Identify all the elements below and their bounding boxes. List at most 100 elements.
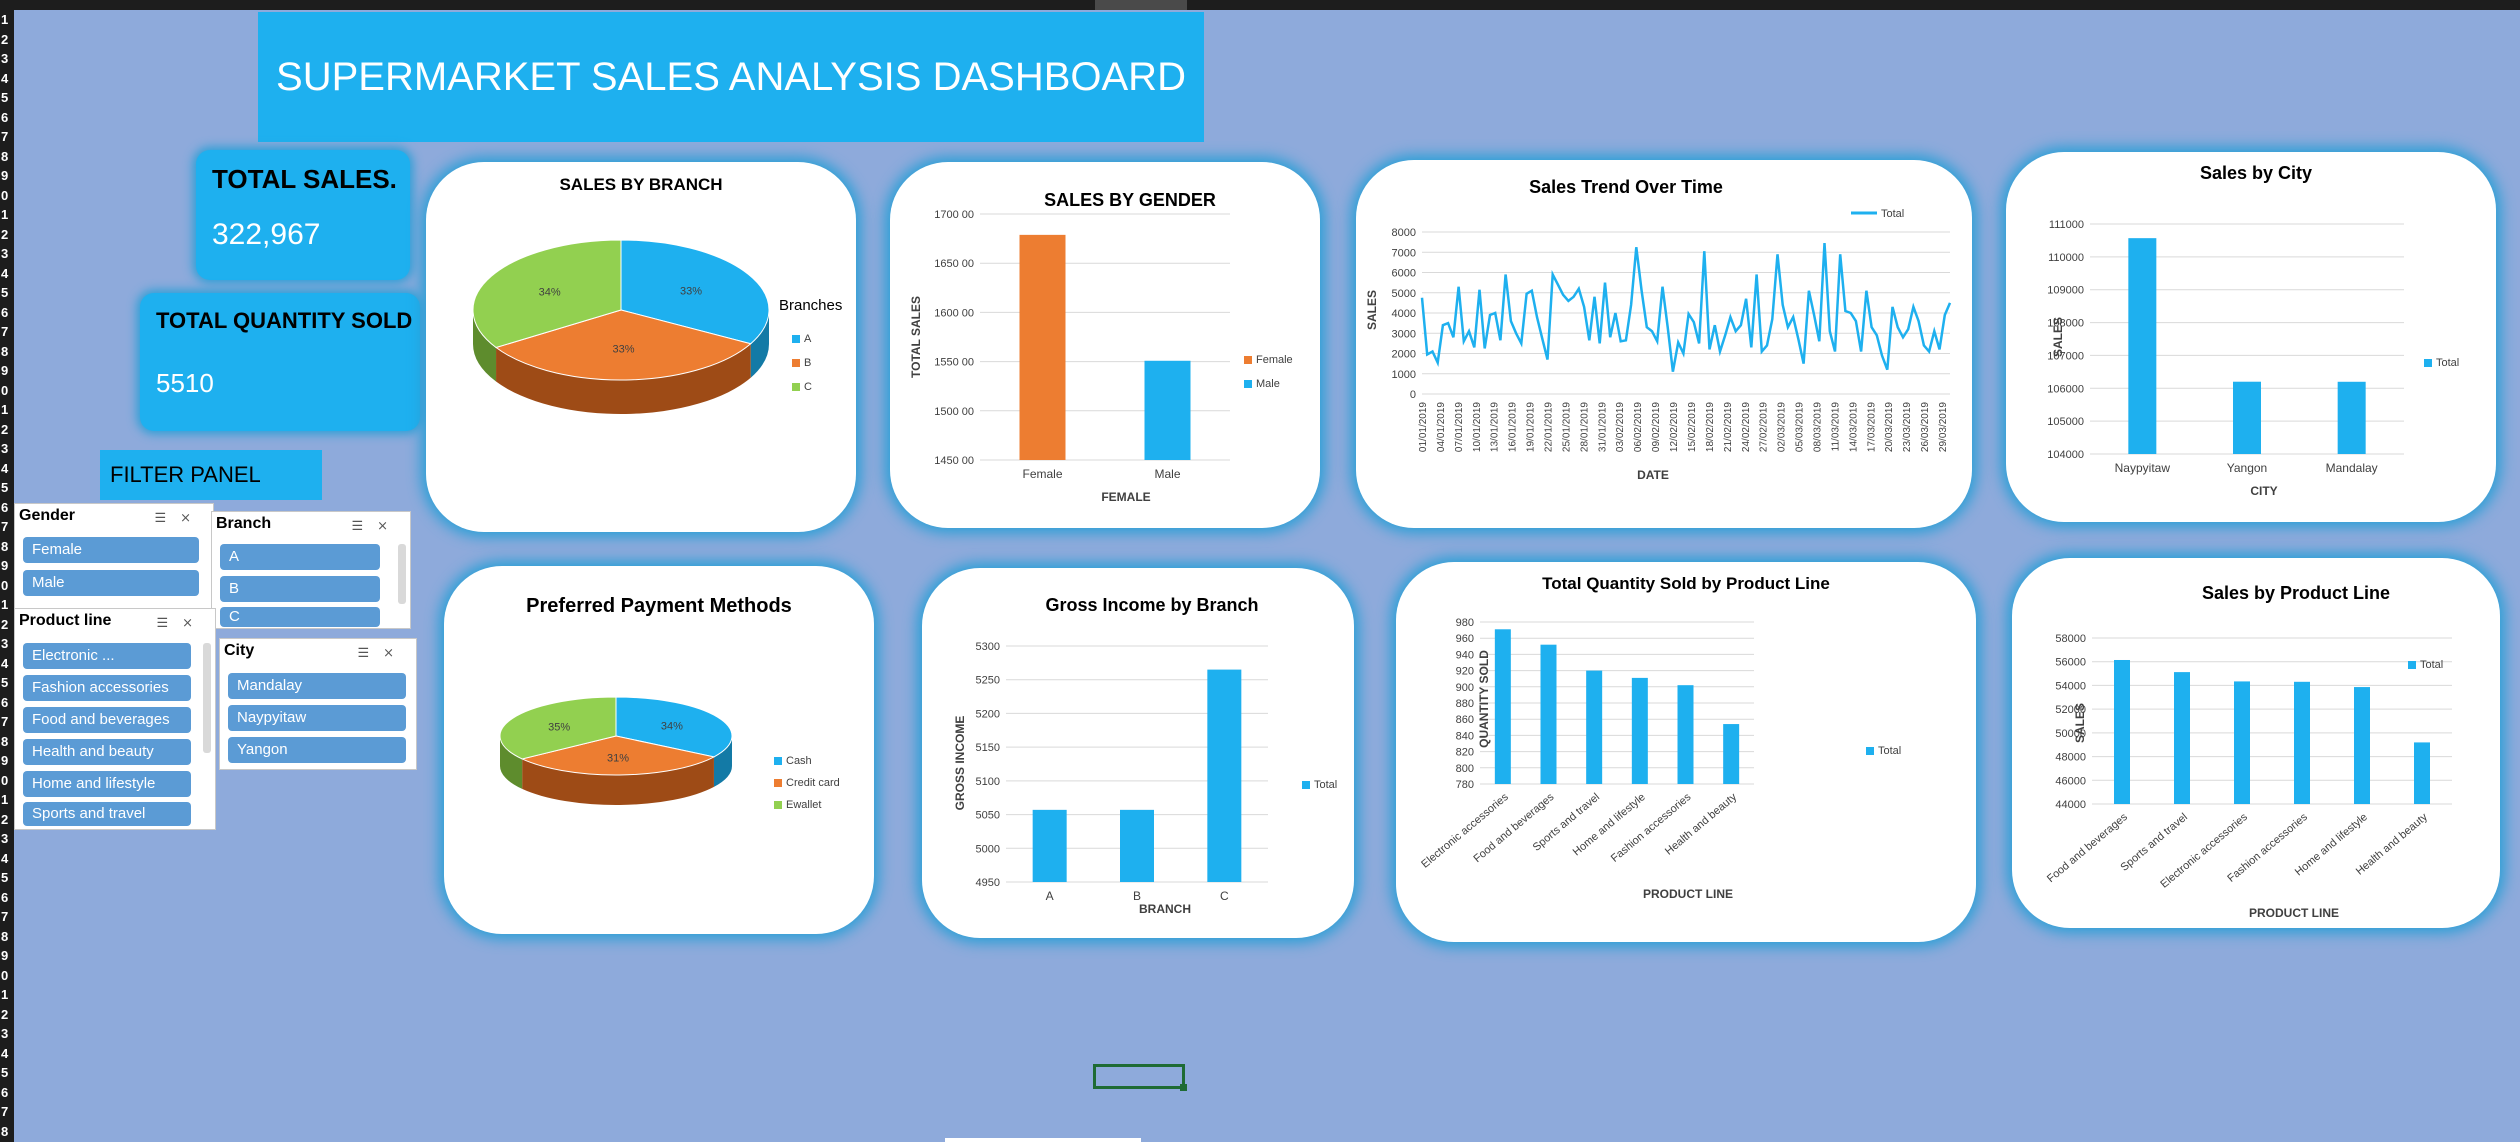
multi-select-icon[interactable]: ☰ (357, 645, 383, 660)
selected-column-header[interactable] (1095, 0, 1187, 10)
row-number[interactable]: 6 (0, 888, 14, 908)
row-number[interactable]: 2 (0, 810, 14, 830)
row-number[interactable]: 5 (0, 283, 14, 303)
row-number[interactable]: 4 (0, 1044, 14, 1064)
row-number[interactable]: 2 (0, 225, 14, 245)
fill-handle[interactable] (1180, 1084, 1187, 1091)
row-number[interactable]: 3 (0, 634, 14, 654)
row-number[interactable]: 6 (0, 693, 14, 713)
row-number[interactable]: 5 (0, 478, 14, 498)
multi-select-icon[interactable]: ☰ (351, 518, 377, 533)
slicer-item-c[interactable]: C (220, 607, 380, 627)
row-number[interactable]: 5 (0, 673, 14, 693)
sales-trend-chart[interactable]: Sales Trend Over Time 0 1000 2000 3000 4000 50… (1356, 160, 1972, 528)
multi-select-icon[interactable]: ☰ (156, 615, 182, 630)
slicer-tools[interactable]: ☰⨯ (154, 510, 205, 526)
row-number[interactable]: 1 (0, 10, 14, 30)
row-number[interactable]: 7 (0, 1102, 14, 1122)
row-number[interactable]: 8 (0, 927, 14, 947)
row-number[interactable]: 7 (0, 322, 14, 342)
row-number[interactable]: 7 (0, 127, 14, 147)
slicer-item-b[interactable]: B (220, 576, 380, 602)
slicer-scrollbar[interactable] (398, 544, 406, 604)
gender-slicer[interactable]: Gender ☰⨯ Female Male (14, 503, 214, 609)
row-number[interactable]: 1 (0, 205, 14, 225)
row-number[interactable]: 2 (0, 420, 14, 440)
row-number[interactable]: 4 (0, 849, 14, 869)
row-number[interactable]: 6 (0, 1083, 14, 1103)
row-number[interactable]: 4 (0, 459, 14, 479)
multi-select-icon[interactable]: ☰ (154, 510, 180, 525)
row-number[interactable]: 0 (0, 576, 14, 596)
sales-by-product-chart[interactable]: Sales by Product Line 44000 46000 48000 5000… (2012, 558, 2500, 928)
row-number[interactable]: 0 (0, 381, 14, 401)
row-number[interactable]: 9 (0, 361, 14, 381)
slicer-item-electronic[interactable]: Electronic ... (23, 643, 191, 669)
row-number[interactable]: 3 (0, 1024, 14, 1044)
city-slicer[interactable]: City ☰⨯ Mandalay Naypyitaw Yangon (219, 638, 417, 770)
row-number[interactable]: 6 (0, 108, 14, 128)
row-number[interactable]: 1 (0, 595, 14, 615)
row-number[interactable]: 8 (0, 342, 14, 362)
row-number[interactable]: 9 (0, 751, 14, 771)
sales-by-branch-chart[interactable]: SALES BY BRANCH 33% 33% 34% Branches A B C (426, 162, 856, 532)
slicer-tools[interactable]: ☰⨯ (357, 645, 408, 661)
row-number[interactable]: 9 (0, 166, 14, 186)
slicer-item-a[interactable]: A (220, 544, 380, 570)
row-number[interactable]: 0 (0, 186, 14, 206)
slicer-tools[interactable]: ☰⨯ (156, 615, 207, 631)
quantity-by-product-chart[interactable]: Total Quantity Sold by Product Line 780 80… (1396, 562, 1976, 942)
row-number[interactable]: 3 (0, 244, 14, 264)
slicer-tools[interactable]: ☰⨯ (351, 518, 402, 534)
slicer-item-fashion[interactable]: Fashion accessories (23, 675, 191, 701)
row-number[interactable]: 7 (0, 517, 14, 537)
row-number[interactable]: 6 (0, 303, 14, 323)
row-number[interactable]: 2 (0, 1005, 14, 1025)
row-number[interactable]: 8 (0, 1122, 14, 1142)
active-cell-cursor[interactable] (1093, 1064, 1187, 1091)
slicer-item-home[interactable]: Home and lifestyle (23, 771, 191, 797)
row-number[interactable]: 2 (0, 30, 14, 50)
row-number[interactable]: 5 (0, 868, 14, 888)
product-line-slicer[interactable]: Product line ☰⨯ Electronic ... Fashion a… (14, 608, 216, 830)
clear-filter-icon[interactable]: ⨯ (180, 510, 205, 525)
sheet-scrollbar[interactable] (945, 1138, 1141, 1142)
slicer-item-mandalay[interactable]: Mandalay (228, 673, 406, 699)
row-number[interactable]: 2 (0, 615, 14, 635)
row-number[interactable]: 0 (0, 771, 14, 791)
slicer-item-male[interactable]: Male (23, 570, 199, 596)
row-number[interactable]: 7 (0, 907, 14, 927)
slicer-item-sports[interactable]: Sports and travel (23, 802, 191, 826)
row-number[interactable]: 1 (0, 790, 14, 810)
gross-income-chart[interactable]: Gross Income by Branch 4950 5000 5050 5100 51… (922, 568, 1354, 938)
slicer-item-yangon[interactable]: Yangon (228, 737, 406, 763)
payment-methods-chart[interactable]: Preferred Payment Methods 34% 31% 35% Cash Cr… (444, 566, 874, 934)
row-number[interactable]: 4 (0, 69, 14, 89)
row-number[interactable]: 3 (0, 439, 14, 459)
row-number[interactable]: 3 (0, 829, 14, 849)
row-number[interactable]: 8 (0, 732, 14, 752)
row-number[interactable]: 8 (0, 537, 14, 557)
row-number[interactable]: 1 (0, 985, 14, 1005)
slicer-scrollbar[interactable] (203, 643, 211, 753)
row-number[interactable]: 6 (0, 498, 14, 518)
row-number[interactable]: 1 (0, 400, 14, 420)
row-number[interactable]: 5 (0, 88, 14, 108)
row-number[interactable]: 4 (0, 654, 14, 674)
row-number[interactable]: 8 (0, 147, 14, 167)
slicer-item-naypyitaw[interactable]: Naypyitaw (228, 705, 406, 731)
clear-filter-icon[interactable]: ⨯ (182, 615, 207, 630)
row-number[interactable]: 7 (0, 712, 14, 732)
row-number[interactable]: 4 (0, 264, 14, 284)
slicer-item-health[interactable]: Health and beauty (23, 739, 191, 765)
clear-filter-icon[interactable]: ⨯ (377, 518, 402, 533)
slicer-item-food[interactable]: Food and beverages (23, 707, 191, 733)
clear-filter-icon[interactable]: ⨯ (383, 645, 408, 660)
row-number[interactable]: 0 (0, 966, 14, 986)
slicer-item-female[interactable]: Female (23, 537, 199, 563)
row-number[interactable]: 5 (0, 1063, 14, 1083)
branch-slicer[interactable]: Branch ☰⨯ A B C (211, 511, 411, 629)
row-number[interactable]: 3 (0, 49, 14, 69)
row-number[interactable]: 9 (0, 556, 14, 576)
row-number[interactable]: 9 (0, 946, 14, 966)
